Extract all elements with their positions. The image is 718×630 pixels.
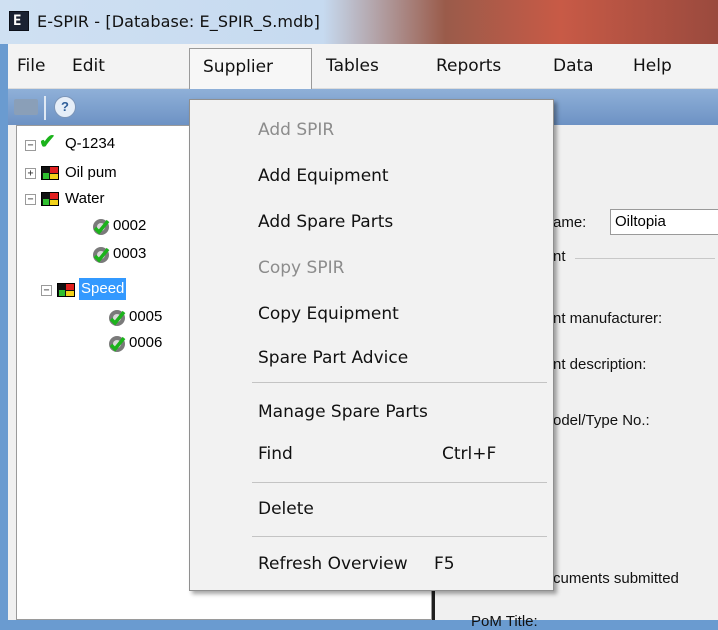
pump-icon [57, 283, 75, 297]
pump-icon [41, 166, 59, 180]
collapse-icon[interactable]: − [25, 140, 36, 151]
tree-item[interactable]: Water [65, 188, 104, 210]
tree-root[interactable]: Q-1234 [65, 133, 115, 155]
tree-item[interactable]: 0003 [113, 243, 146, 265]
window-title: E-SPIR - [Database: E_SPIR_S.mdb] [37, 12, 320, 31]
menu-item-refresh-overview[interactable]: Refresh Overview F5 [190, 546, 553, 582]
group-label: nt [553, 248, 566, 265]
menu-separator [252, 382, 547, 383]
field-label-pom-title: PoM Title: [471, 613, 538, 630]
supplier-menu: Add SPIR Add Equipment Add Spare Parts C… [189, 99, 554, 591]
menu-item-find[interactable]: Find Ctrl+F [190, 436, 553, 472]
shortcut-label: F5 [434, 554, 455, 574]
expand-icon[interactable]: + [25, 168, 36, 179]
shortcut-label: Ctrl+F [442, 444, 497, 464]
menu-data[interactable]: Data [553, 44, 594, 88]
collapse-icon[interactable]: − [25, 194, 36, 205]
gear-check-icon [93, 219, 110, 235]
pump-icon [41, 192, 59, 206]
menu-supplier[interactable]: Supplier [189, 48, 312, 89]
menu-item-manage-spare-parts[interactable]: Manage Spare Parts [190, 394, 553, 430]
gear-check-icon [109, 336, 126, 352]
menu-item-add-spare-parts[interactable]: Add Spare Parts [190, 204, 553, 240]
menu-separator [252, 482, 547, 483]
menu-bar: File Edit Supplier Tables Reports Data H… [8, 44, 718, 89]
app-logo-icon: E [9, 11, 29, 31]
menu-item-copy-spir[interactable]: Copy SPIR [190, 250, 553, 286]
tree-item-selected[interactable]: Speed [79, 278, 127, 300]
menu-tables[interactable]: Tables [326, 44, 379, 88]
name-field[interactable]: Oiltopia [610, 209, 718, 235]
menu-help[interactable]: Help [633, 44, 672, 88]
menu-edit[interactable]: Edit [72, 44, 105, 88]
menu-item-add-equipment[interactable]: Add Equipment [190, 158, 553, 194]
menu-item-delete[interactable]: Delete [190, 491, 553, 527]
tree-item[interactable]: 0005 [129, 306, 162, 328]
menu-file[interactable]: File [17, 44, 45, 88]
toolbar-separator [44, 96, 46, 120]
menu-separator [252, 536, 547, 537]
field-label-documents: cuments submitted [553, 570, 679, 587]
title-bar: E E-SPIR - [Database: E_SPIR_S.mdb] [0, 0, 718, 44]
gear-check-icon [93, 247, 110, 263]
field-label-description: nt description: [553, 356, 647, 373]
field-label-manufacturer: nt manufacturer: [553, 310, 663, 327]
gear-check-icon [109, 310, 126, 326]
menu-item-add-spir[interactable]: Add SPIR [190, 112, 553, 148]
tree-item[interactable]: 0006 [129, 332, 162, 354]
group-divider [575, 258, 715, 259]
tree-item[interactable]: Oil pum [65, 162, 117, 184]
menu-reports[interactable]: Reports [436, 44, 501, 88]
collapse-icon[interactable]: − [41, 285, 52, 296]
field-label-model: odel/Type No.: [553, 412, 650, 429]
checkmark-icon: ✔ [39, 131, 56, 153]
menu-item-copy-equipment[interactable]: Copy Equipment [190, 296, 553, 332]
open-folder-icon[interactable] [14, 99, 38, 115]
help-icon[interactable]: ? [54, 96, 76, 118]
menu-item-spare-part-advice[interactable]: Spare Part Advice [190, 340, 553, 376]
tree-item[interactable]: 0002 [113, 215, 146, 237]
name-label: ame: [553, 214, 587, 231]
